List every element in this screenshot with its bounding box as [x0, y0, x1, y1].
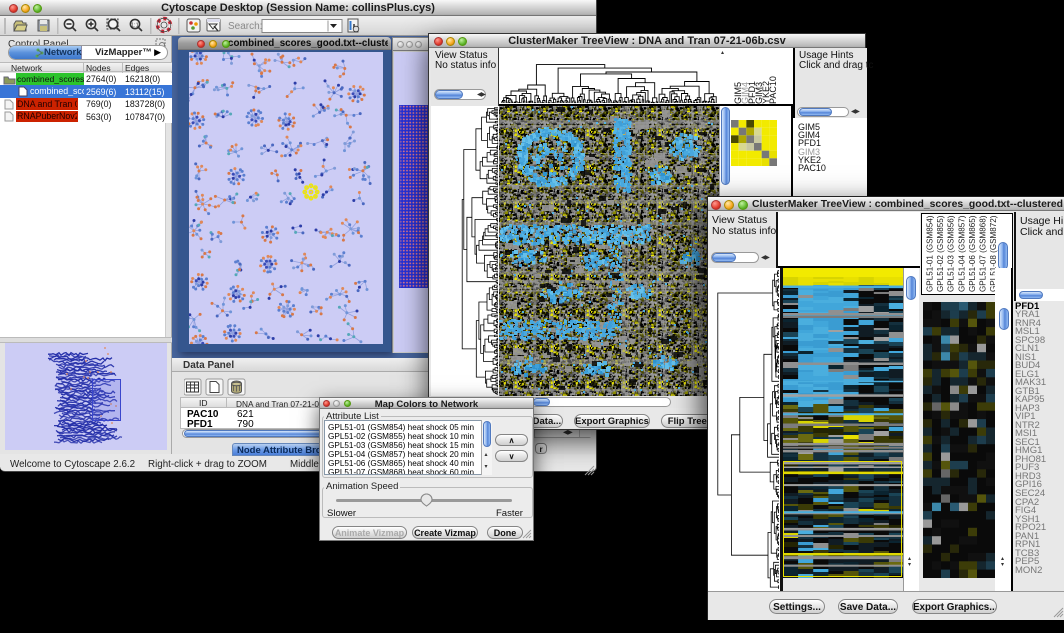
svg-text:GPL51-01 (GSM854): GPL51-01 (GSM854)	[926, 215, 935, 292]
svg-text:GPL51-04 (GSM857): GPL51-04 (GSM857)	[957, 215, 966, 292]
svg-text:Search:: Search:	[228, 21, 262, 32]
svg-text:GPL51-03 (GSM856): GPL51-03 (GSM856)	[947, 215, 956, 292]
svg-text:GPL51-02 (GSM855): GPL51-02 (GSM855)	[936, 215, 945, 292]
svg-text:1:1: 1:1	[131, 23, 139, 29]
svg-text:GPL51-07 (GSM868): GPL51-07 (GSM868)	[979, 215, 988, 292]
svg-text:GPL51-06 (GSM865): GPL51-06 (GSM865)	[968, 215, 977, 292]
